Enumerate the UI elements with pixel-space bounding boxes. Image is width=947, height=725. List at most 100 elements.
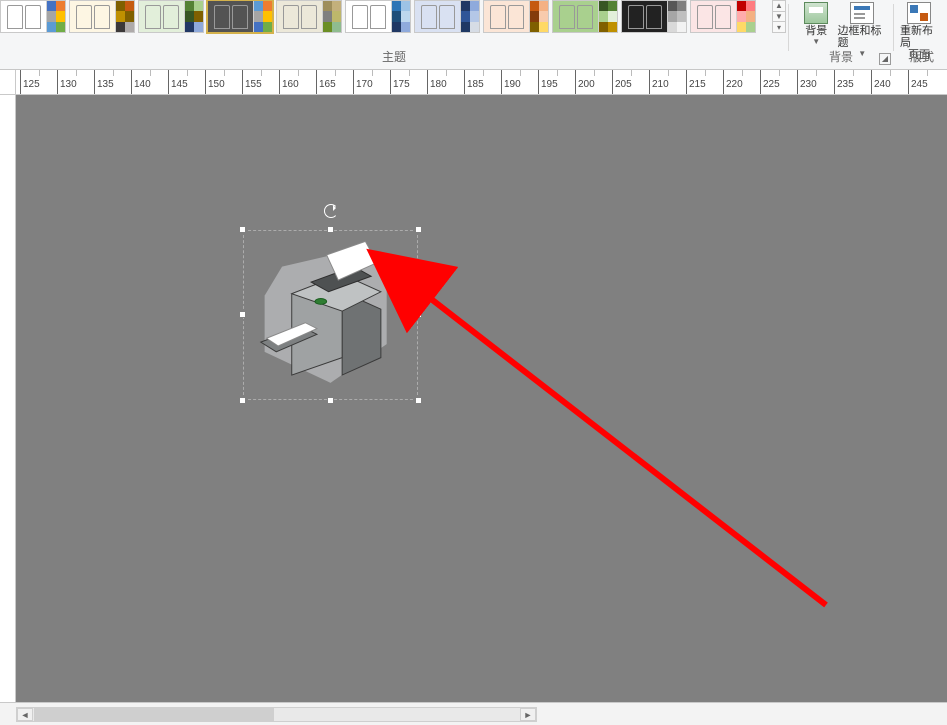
theme-thumb[interactable] — [690, 0, 756, 33]
theme-gallery — [0, 0, 788, 38]
theme-gallery-more-icon[interactable]: ▾ — [773, 22, 785, 32]
rotate-handle-icon[interactable] — [324, 204, 338, 218]
ruler-tick-label: 155 — [245, 79, 262, 90]
workspace — [0, 95, 947, 702]
ruler-tick: 220 — [723, 70, 724, 94]
ruler-tick: 195 — [538, 70, 539, 94]
ruler-tick-label: 200 — [578, 79, 595, 90]
ruler-tick-label: 220 — [726, 79, 743, 90]
theme-gallery-down-icon[interactable]: ▼ — [773, 12, 785, 23]
theme-gallery-spinner[interactable]: ▲ ▼ ▾ — [772, 0, 786, 33]
ruler-tick: 125 — [20, 70, 21, 94]
ruler-tick-label: 140 — [134, 79, 151, 90]
ruler-tick: 155 — [242, 70, 243, 94]
ruler-tick: 185 — [464, 70, 465, 94]
ruler-tick: 215 — [686, 70, 687, 94]
format-group: 重新布局 页面 版式 — [894, 0, 944, 69]
relayout-icon — [907, 2, 931, 24]
resize-handle[interactable] — [327, 397, 334, 404]
scroll-left-icon[interactable]: ◄ — [17, 708, 33, 721]
theme-thumb[interactable] — [345, 0, 411, 33]
background-group-label: 背景 — [789, 48, 893, 65]
ruler-tick-label: 190 — [504, 79, 521, 90]
ruler-tick-label: 225 — [763, 79, 780, 90]
ruler-tick: 160 — [279, 70, 280, 94]
scrollbar-thumb[interactable] — [34, 708, 274, 721]
ruler-tick: 150 — [205, 70, 206, 94]
printer-clipart-icon — [253, 236, 408, 394]
ruler-tick-label: 210 — [652, 79, 669, 90]
ruler-tick-label: 170 — [356, 79, 373, 90]
themes-group: ▲ ▼ ▾ 主题 — [0, 0, 788, 69]
theme-gallery-up-icon[interactable]: ▲ — [773, 1, 785, 12]
theme-thumb[interactable] — [414, 0, 480, 33]
ruler-tick: 135 — [94, 70, 95, 94]
horizontal-scrollbar[interactable]: ◄ ► — [16, 707, 537, 722]
border-title-icon — [850, 2, 874, 24]
dropdown-icon: ▼ — [812, 38, 820, 47]
resize-handle[interactable] — [327, 226, 334, 233]
vertical-ruler[interactable] — [0, 95, 16, 702]
ruler-tick-label: 230 — [800, 79, 817, 90]
ruler-tick-label: 205 — [615, 79, 632, 90]
ruler-tick-label: 240 — [874, 79, 891, 90]
ribbon: ▲ ▼ ▾ 主题 背景 ▼ 边框和标题 ▼ 背景 ◢ 重新布局 页面 版式 — [0, 0, 947, 70]
resize-handle[interactable] — [239, 226, 246, 233]
theme-thumb[interactable] — [69, 0, 135, 33]
ruler-tick: 165 — [316, 70, 317, 94]
resize-handle[interactable] — [415, 397, 422, 404]
ruler-tick: 225 — [760, 70, 761, 94]
drawing-canvas[interactable] — [16, 95, 947, 702]
ruler-corner — [0, 70, 16, 94]
annotation-arrow-icon — [16, 95, 947, 702]
theme-thumb[interactable] — [621, 0, 687, 33]
selected-shape-printer[interactable] — [243, 230, 418, 400]
resize-handle[interactable] — [415, 226, 422, 233]
background-button-label: 背景 — [805, 25, 827, 37]
theme-thumb[interactable] — [138, 0, 204, 33]
ruler-row: 1251301351401451501551601651701751801851… — [0, 70, 947, 95]
format-group-label: 版式 — [894, 48, 947, 65]
ruler-tick: 210 — [649, 70, 650, 94]
scroll-right-icon[interactable]: ► — [520, 708, 536, 721]
ruler-tick-label: 135 — [97, 79, 114, 90]
status-bar: ◄ ► — [0, 702, 947, 725]
ruler-tick: 170 — [353, 70, 354, 94]
ruler-tick: 200 — [575, 70, 576, 94]
ruler-tick-label: 130 — [60, 79, 77, 90]
theme-thumb[interactable] — [483, 0, 549, 33]
themes-group-label: 主题 — [0, 48, 788, 65]
ruler-tick-label: 195 — [541, 79, 558, 90]
ruler-tick: 145 — [168, 70, 169, 94]
background-dialog-launcher[interactable]: ◢ — [879, 53, 891, 65]
ruler-tick: 190 — [501, 70, 502, 94]
ruler-tick-label: 180 — [430, 79, 447, 90]
ruler-tick-label: 145 — [171, 79, 188, 90]
border-title-button-label: 边框和标题 — [837, 25, 887, 49]
resize-handle[interactable] — [239, 311, 246, 318]
ruler-tick: 230 — [797, 70, 798, 94]
ruler-tick: 205 — [612, 70, 613, 94]
ruler-tick: 235 — [834, 70, 835, 94]
ruler-tick-label: 185 — [467, 79, 484, 90]
horizontal-ruler[interactable]: 1251301351401451501551601651701751801851… — [16, 70, 947, 94]
ruler-tick-label: 160 — [282, 79, 299, 90]
ruler-tick-label: 215 — [689, 79, 706, 90]
ruler-tick-label: 245 — [911, 79, 928, 90]
background-group: 背景 ▼ 边框和标题 ▼ 背景 ◢ — [789, 0, 893, 69]
resize-handle[interactable] — [239, 397, 246, 404]
background-icon — [804, 2, 828, 24]
theme-thumb[interactable] — [276, 0, 342, 33]
ruler-tick: 245 — [908, 70, 909, 94]
theme-thumb[interactable] — [0, 0, 66, 33]
ruler-tick: 130 — [57, 70, 58, 94]
ruler-tick-label: 175 — [393, 79, 410, 90]
ruler-tick-label: 150 — [208, 79, 225, 90]
ruler-tick-label: 125 — [23, 79, 40, 90]
theme-thumb[interactable] — [552, 0, 618, 33]
relayout-button-label-l1: 重新布局 — [900, 25, 938, 49]
theme-thumb-selected[interactable] — [207, 0, 273, 33]
resize-handle[interactable] — [415, 311, 422, 318]
ruler-tick: 180 — [427, 70, 428, 94]
ruler-tick-label: 235 — [837, 79, 854, 90]
